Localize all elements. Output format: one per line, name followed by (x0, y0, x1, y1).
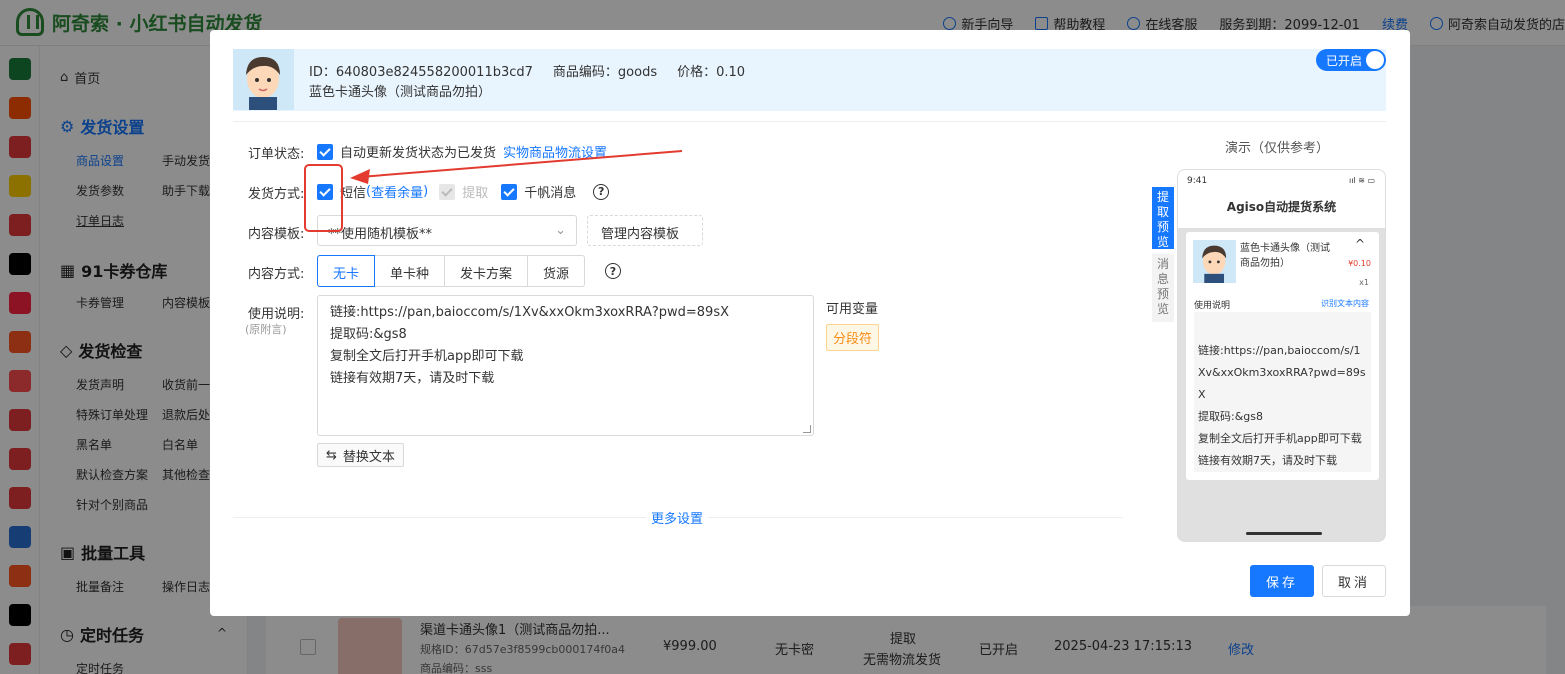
replace-icon: ⇆ (326, 447, 337, 463)
preview-body: 链接:https://pan,baioccom/s/1Xv&xxOkm3xoxR… (1194, 312, 1371, 472)
instruction-label: 使用说明: (248, 307, 305, 322)
instruction-textarea[interactable]: 链接:https://pan,baioccom/s/1Xv&xxOkm3xoxR… (317, 295, 814, 436)
product-price: 价格：0.10 (677, 65, 746, 80)
product-name: 蓝色卡通头像（测试商品勿拍） (309, 85, 492, 100)
mode-no-card[interactable]: 无卡 (317, 255, 376, 287)
extract-checkbox (439, 183, 456, 200)
help-icon[interactable]: ? (593, 183, 610, 200)
order-status-label: 订单状态: (248, 147, 305, 162)
qianfan-checkbox[interactable] (501, 183, 518, 200)
home-indicator (1246, 532, 1322, 535)
check-balance-link[interactable]: 查看余量 (371, 182, 423, 201)
mode-card-plan[interactable]: 发卡方案 (445, 256, 529, 286)
phone-app-title: Agiso自动提货系统 (1178, 192, 1385, 228)
mode-source[interactable]: 货源 (528, 256, 584, 286)
replace-text-button[interactable]: ⇆ 替换文本 (317, 443, 404, 467)
demo-title: 演示（仅供参考） (1225, 141, 1330, 156)
auto-update-checkbox[interactable] (317, 143, 333, 160)
product-code: 商品编码：goods (552, 65, 658, 80)
divider (233, 121, 1386, 122)
phone-preview: 9:41 ııl ≋ ▭ Agiso自动提货系统 蓝色卡通头像（测试商品勿拍） … (1177, 169, 1386, 542)
cancel-button[interactable]: 取消 (1322, 565, 1386, 597)
auto-update-label: 自动更新发货状态为已发货 (340, 146, 497, 161)
toggle-knob (1366, 51, 1384, 69)
more-settings-link[interactable]: 更多设置 (646, 508, 709, 527)
extract-label: 提取 (462, 186, 489, 201)
template-label: 内容模板: (248, 227, 305, 242)
chevron-up-icon[interactable]: ^ (1355, 237, 1365, 251)
instruction-sub-label: (原附言) (245, 323, 287, 336)
preview-avatar (1193, 240, 1236, 283)
recognize-text-link[interactable]: 识别文本内容 (1321, 298, 1369, 309)
preview-card: 蓝色卡通头像（测试商品勿拍） ^ ¥0.10 x1 使用说明 识别文本内容 链接… (1186, 232, 1379, 480)
variables-title: 可用变量 (826, 302, 879, 317)
mode-single-card[interactable]: 单卡种 (375, 256, 446, 286)
product-avatar (233, 49, 294, 110)
sms-label: 短信 (340, 186, 367, 201)
annotation-highlight-box (304, 164, 343, 232)
chevron-down-icon: ⌄ (555, 223, 566, 238)
phone-status-bar: 9:41 ııl ≋ ▭ (1178, 170, 1385, 192)
qianfan-label: 千帆消息 (524, 186, 577, 201)
signal-icon: ııl ≋ ▭ (1348, 176, 1375, 185)
preview-qty: x1 (1359, 278, 1369, 287)
product-id: ID：640803e824558200011b3cd7 (309, 65, 533, 80)
content-mode-segment: 无卡 单卡种 发卡方案 货源 (317, 255, 586, 287)
delivery-method-label: 发货方式: (248, 187, 305, 202)
tab-extract-preview[interactable]: 提取预览 (1152, 187, 1174, 249)
variable-separator-tag[interactable]: 分段符 (826, 324, 880, 351)
content-mode-label: 内容方式: (248, 267, 305, 282)
preview-price: ¥0.10 (1348, 259, 1371, 268)
tab-message-preview[interactable]: 消息预览 (1152, 254, 1174, 322)
preview-usage-label: 使用说明 (1194, 301, 1231, 311)
resize-handle[interactable] (803, 425, 811, 433)
save-button[interactable]: 保存 (1250, 565, 1314, 597)
paren-close: ) (423, 184, 429, 199)
product-settings-modal: ID：640803e824558200011b3cd7 商品编码：goods 价… (210, 30, 1410, 616)
manage-template-button[interactable]: 管理内容模板 (587, 215, 703, 246)
template-select[interactable]: **使用随机模板** ⌄ (317, 215, 577, 246)
product-header: ID：640803e824558200011b3cd7 商品编码：goods 价… (233, 49, 1386, 111)
help-icon[interactable]: ? (605, 263, 621, 279)
preview-product-name: 蓝色卡通头像（测试商品勿拍） (1240, 243, 1330, 269)
logistics-settings-link[interactable]: 实物商品物流设置 (503, 142, 607, 161)
enable-toggle[interactable]: 已开启 (1316, 49, 1386, 71)
